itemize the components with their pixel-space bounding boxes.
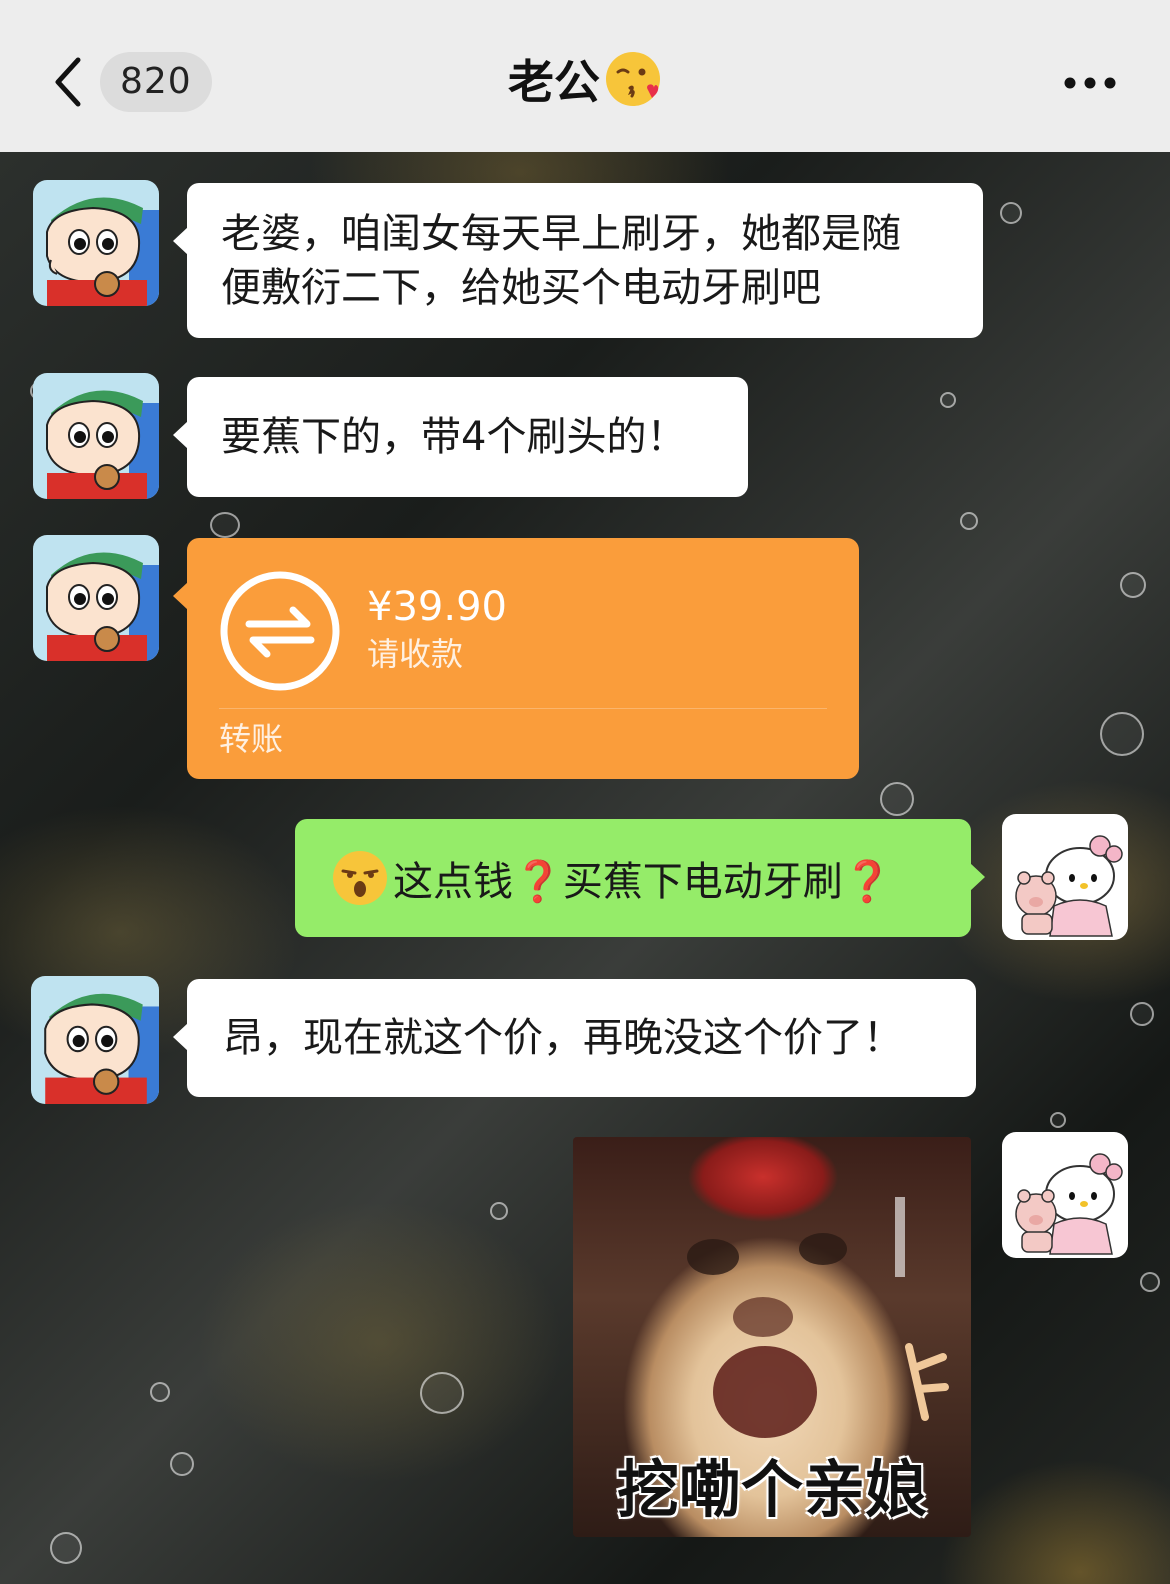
question-mark-icon: ❓ [842,859,893,905]
husband-avatar[interactable] [33,180,159,306]
message-bubble[interactable]: 这点钱❓买蕉下电动牙刷❓ [295,819,985,937]
more-dots-icon [1064,77,1116,89]
sticker-image[interactable]: 挖嘞个亲娘 [573,1137,971,1537]
wife-avatar[interactable] [1002,814,1128,940]
message-text-line: 便敷衍二下，给她买个电动牙刷吧 [221,265,821,311]
more-options-button[interactable] [1062,66,1118,100]
transfer-card[interactable]: ¥39.90 请收款 转账 [173,538,859,779]
transfer-label: 转账 [219,720,284,758]
sticker-caption: 挖嘞个亲娘 [616,1453,927,1526]
message-bubble[interactable]: 要蕉下的，带4个刷头的！ [173,377,748,497]
message-text: 要蕉下的，带4个刷头的！ [221,414,687,460]
message-bubble[interactable]: 昂，现在就这个价，再晚没这个价了！ [173,979,976,1097]
transfer-amount: ¥39.90 [367,584,507,630]
husband-avatar[interactable] [33,373,159,499]
message-bubble[interactable]: 老婆，咱闺女每天早上刷牙，她都是随 便敷衍二下，给她买个电动牙刷吧 [173,183,983,338]
message-text: 昂，现在就这个价，再晚没这个价了！ [223,1015,903,1061]
chat-title: 老公 [0,50,1170,114]
question-mark-icon: ❓ [513,859,563,905]
message-text-line: 老婆，咱闺女每天早上刷牙，她都是随 [221,211,901,257]
divider [219,708,827,709]
contact-name: 老公 [508,55,600,109]
husband-avatar[interactable] [33,535,159,661]
husband-avatar[interactable] [31,976,159,1104]
unamused-face-icon [331,849,389,907]
transfer-arrows-icon [219,570,341,692]
message-text: 这点钱 [393,859,513,905]
message-text: 买蕉下电动牙刷 [562,859,843,905]
face-blowing-kiss-icon [604,50,662,108]
wife-avatar[interactable] [1002,1132,1128,1258]
chat-header: 820 老公 [0,0,1170,152]
transfer-note: 请收款 [367,635,464,673]
